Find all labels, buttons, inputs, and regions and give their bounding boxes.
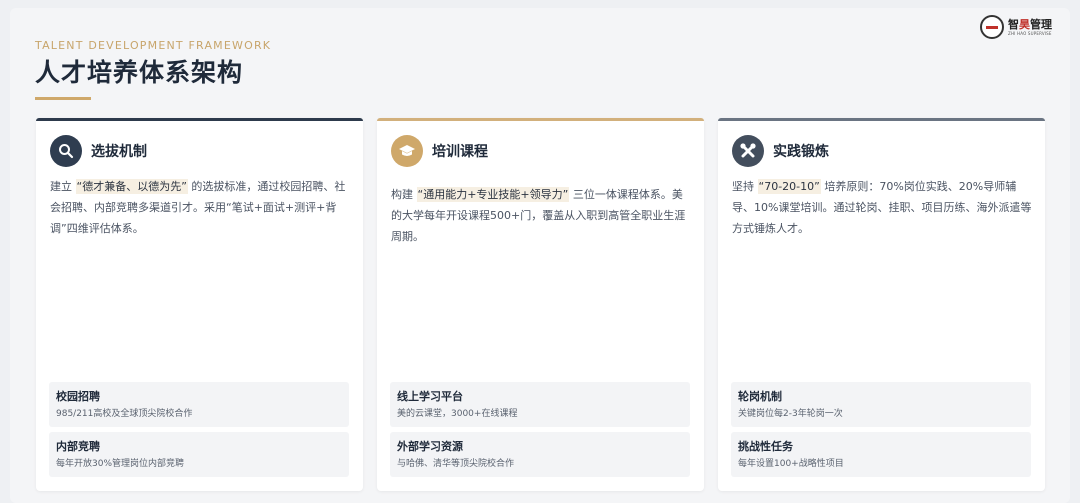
feature-item: 挑战性任务 每年设置100+战略性项目 (731, 432, 1031, 477)
card-accent-bar (36, 118, 363, 121)
card-title: 培训课程 (432, 144, 488, 160)
feature-title: 内部竞聘 (56, 440, 100, 453)
feature-description: 关键岗位每2-3年轮岗一次 (738, 409, 843, 419)
feature-item: 轮岗机制 关键岗位每2-3年轮岗一次 (731, 382, 1031, 427)
feature-title: 外部学习资源 (397, 440, 463, 453)
logo-subtext: ZHI HAO SUPERVISE (1008, 30, 1052, 36)
card-title: 选拔机制 (91, 144, 147, 160)
feature-item: 线上学习平台 美的云课堂，3000+在线课程 (390, 382, 690, 427)
tools-icon (732, 135, 764, 167)
page-title: 人才培养体系架构 (35, 58, 244, 87)
highlight-text: “70-20-10” (757, 179, 821, 194)
feature-description: 每年设置100+战略性项目 (738, 459, 844, 469)
highlight-text: “德才兼备、以德为先” (75, 179, 188, 194)
feature-title: 轮岗机制 (738, 390, 782, 403)
brand-logo: 智昊管理 ZHI HAO SUPERVISE (980, 12, 1064, 42)
card-practice: 实践锻炼 坚持 “70-20-10” 培养原则：70%岗位实践、20%导师辅导、… (718, 118, 1045, 491)
logo-name: 智昊管理 (1008, 17, 1052, 31)
card-title: 实践锻炼 (773, 144, 829, 160)
card-accent-bar (718, 118, 1045, 121)
search-icon (50, 135, 82, 167)
feature-description: 美的云课堂，3000+在线课程 (397, 409, 518, 419)
feature-item: 外部学习资源 与哈佛、清华等顶尖院校合作 (390, 432, 690, 477)
title-underline (35, 97, 91, 100)
card-training: 培训课程 构建 “通用能力+专业技能+领导力” 三位一体课程体系。美的大学每年开… (377, 118, 704, 491)
card-accent-bar (377, 118, 704, 121)
card-selection: 选拔机制 建立 “德才兼备、以德为先” 的选拔标准，通过校园招聘、社会招聘、内部… (36, 118, 363, 491)
graduation-cap-icon (391, 135, 423, 167)
feature-title: 挑战性任务 (738, 440, 793, 453)
feature-description: 与哈佛、清华等顶尖院校合作 (397, 459, 515, 469)
feature-item: 校园招聘 985/211高校及全球顶尖院校合作 (49, 382, 349, 427)
logo-seal-icon (980, 15, 1004, 39)
feature-title: 校园招聘 (56, 390, 100, 403)
page-subtitle: TALENT DEVELOPMENT FRAMEWORK (35, 39, 272, 52)
card-description: 建立 “德才兼备、以德为先” 的选拔标准，通过校园招聘、社会招聘、内部竞聘多渠道… (50, 179, 346, 235)
feature-title: 线上学习平台 (397, 390, 463, 403)
feature-description: 每年开放30%管理岗位内部竞聘 (56, 459, 185, 469)
highlight-text: “通用能力+专业技能+领导力” (416, 187, 570, 202)
card-description: 坚持 “70-20-10” 培养原则：70%岗位实践、20%导师辅导、10%课堂… (732, 179, 1032, 235)
feature-item: 内部竞聘 每年开放30%管理岗位内部竞聘 (49, 432, 349, 477)
card-description: 构建 “通用能力+专业技能+领导力” 三位一体课程体系。美的大学每年开设课程50… (391, 187, 686, 243)
feature-description: 985/211高校及全球顶尖院校合作 (56, 409, 193, 419)
